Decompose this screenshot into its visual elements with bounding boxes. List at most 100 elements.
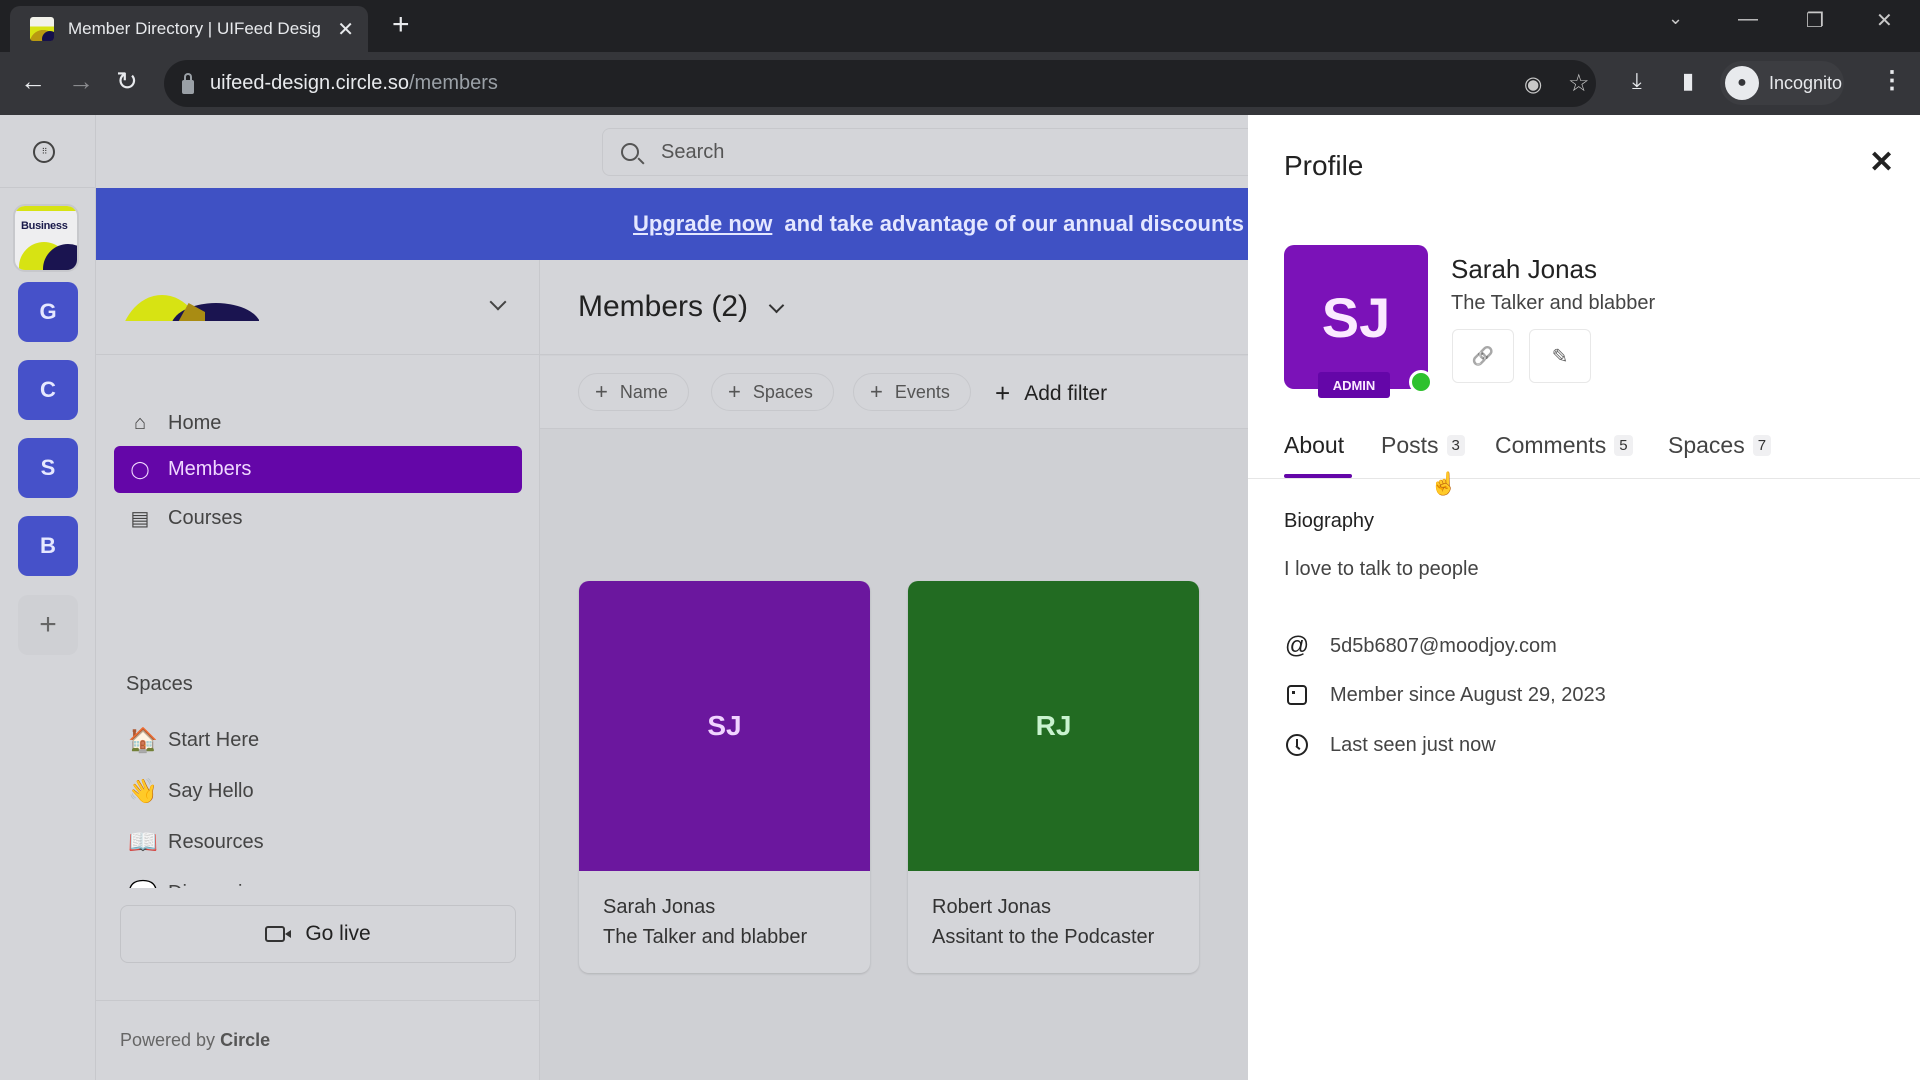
upgrade-banner: Upgrade now and take advantage of our an… [96, 188, 1248, 260]
filter-label: Spaces [752, 381, 813, 402]
member-name: Robert Jonas [932, 896, 1051, 918]
address-bar[interactable]: uifeed-design.circle.so /members ◉ ☆ [164, 60, 1596, 107]
space-resources[interactable]: 📖 Resources [128, 822, 264, 862]
sidebar-header [96, 260, 540, 355]
top-bar: Search [96, 115, 1302, 188]
house-icon: 🏠 [128, 726, 158, 754]
forward-button[interactable]: → [68, 66, 94, 97]
powered-by[interactable]: Powered by Circle [120, 1030, 270, 1051]
minimize-button[interactable]: — [1738, 8, 1758, 31]
browser-toolbar: ← → ↻ uifeed-design.circle.so /members ◉… [0, 52, 1920, 115]
at-sign-icon: @ [1284, 632, 1310, 659]
biography-heading: Biography [1284, 510, 1375, 532]
eye-off-icon[interactable]: ◉ [1524, 72, 1542, 97]
favicon-icon [30, 17, 54, 41]
page: ⠿ Business G C S B + Search Upgrade now … [0, 115, 1920, 1080]
members-header: Members (2) [540, 260, 1248, 355]
lock-icon [182, 72, 194, 94]
sidebar-footer: Go live Powered by Circle [96, 888, 540, 1080]
footer-divider [96, 1000, 540, 1001]
profile-name: Sarah Jonas [1451, 254, 1597, 284]
rail-community-s[interactable]: S [18, 438, 78, 498]
active-tab-indicator [1284, 474, 1352, 478]
browser-tab-bar: Member Directory | UIFeed Desig ✕ + ⌄ — … [0, 0, 1920, 52]
filter-bar: + Name + Spaces + Events + Add filter [540, 356, 1248, 429]
members-main: Members (2) + Name + Spaces + Events + A… [540, 260, 1248, 1080]
url-path: /members [409, 72, 498, 94]
member-since-row: Member since August 29, 2023 [1284, 682, 1606, 708]
tab-about[interactable]: About [1284, 432, 1344, 459]
go-live-button[interactable]: Go live [120, 905, 516, 963]
logo-bar [15, 206, 77, 211]
add-filter-label: Add filter [1024, 381, 1108, 405]
tab-search-icon[interactable]: ⌄ [1668, 8, 1683, 29]
incognito-icon: ● [1725, 66, 1759, 100]
chevron-down-icon[interactable] [489, 293, 507, 311]
tab-close-icon[interactable]: ✕ [337, 17, 354, 42]
search-input[interactable]: Search [602, 128, 1302, 176]
sidebar-item-members[interactable]: ◯ Members [114, 446, 522, 493]
sidebar-item-label: Members [168, 458, 252, 480]
member-card[interactable]: RJ Robert Jonas Assitant to the Podcaste… [908, 581, 1199, 973]
tab-spaces[interactable]: Spaces 7 [1668, 432, 1772, 459]
upgrade-now-link[interactable]: Upgrade now [633, 211, 772, 237]
tab-count-badge: 5 [1614, 435, 1633, 456]
profile-email[interactable]: 5d5b6807@moodjoy.com [1330, 635, 1557, 658]
tab-count-badge: 7 [1752, 435, 1772, 456]
browser-tab[interactable]: Member Directory | UIFeed Desig ✕ [10, 6, 368, 52]
business-community-logo[interactable]: Business [13, 204, 79, 272]
side-panel-icon[interactable]: ▮ [1682, 68, 1694, 94]
filter-chip-name[interactable]: + Name [578, 373, 689, 411]
browser-menu-icon[interactable]: ⋮ [1880, 66, 1904, 95]
rail-community-b[interactable]: B [18, 516, 78, 576]
space-say-hello[interactable]: 👋 Say Hello [128, 771, 254, 811]
incognito-profile-button[interactable]: ● Incognito [1720, 61, 1844, 105]
page-title: Members (2) [578, 290, 749, 323]
rail-top: ⠿ [0, 115, 96, 188]
incognito-label: Incognito [1769, 72, 1843, 93]
community-logo[interactable] [119, 295, 259, 321]
space-label: Start Here [168, 728, 260, 751]
add-filter-button[interactable]: + Add filter [995, 378, 1107, 409]
powered-by-text: Powered by [120, 1030, 216, 1050]
waving-hand-icon: 👋 [128, 777, 158, 805]
profile-avatar: SJ [1284, 245, 1428, 389]
spaces-heading: Spaces [126, 673, 193, 695]
edit-profile-button[interactable]: ✎ [1529, 329, 1591, 383]
last-seen-row: Last seen just now [1284, 732, 1496, 758]
calendar-icon [1284, 682, 1310, 708]
community-switcher-icon[interactable]: ⠿ [33, 141, 55, 163]
rail-community-g[interactable]: G [18, 282, 78, 342]
filter-chip-spaces[interactable]: + Spaces [711, 373, 834, 411]
close-icon[interactable]: ✕ [1869, 145, 1894, 180]
space-start-here[interactable]: 🏠 Start Here [128, 720, 259, 760]
back-button[interactable]: ← [20, 66, 46, 97]
chevron-down-icon[interactable] [768, 297, 785, 314]
tab-posts[interactable]: Posts 3 [1381, 432, 1465, 459]
home-icon: ⌂ [133, 412, 147, 434]
tab-label: Posts [1381, 432, 1439, 458]
admin-badge: ADMIN [1318, 372, 1390, 398]
pencil-icon: ✎ [1551, 345, 1569, 368]
new-tab-button[interactable]: + [392, 8, 410, 42]
tab-comments[interactable]: Comments 5 [1495, 432, 1633, 459]
plus-icon: + [595, 379, 608, 404]
download-icon[interactable]: ⤓ [1632, 68, 1642, 94]
rail-community-c[interactable]: C [18, 360, 78, 420]
window-close-button[interactable]: ✕ [1876, 8, 1893, 33]
restore-button[interactable]: ❐ [1806, 8, 1824, 33]
plus-icon: + [728, 379, 741, 404]
member-card[interactable]: SJ Sarah Jonas The Talker and blabber [579, 581, 870, 973]
reload-button[interactable]: ↻ [116, 66, 138, 97]
video-camera-icon [265, 926, 292, 942]
filter-chip-events[interactable]: + Events [853, 373, 971, 411]
sidebar-item-home[interactable]: ⌂ Home [114, 400, 522, 447]
copy-link-button[interactable]: 🔗 [1452, 329, 1514, 383]
add-community-button[interactable]: + [18, 595, 78, 655]
bookmark-star-icon[interactable]: ☆ [1568, 69, 1590, 98]
sidebar-item-label: Home [168, 412, 222, 434]
space-label: Resources [168, 830, 264, 853]
sidebar-item-courses[interactable]: ▤ Courses [114, 495, 522, 542]
member-name: Sarah Jonas [603, 896, 716, 918]
filter-label: Events [894, 381, 950, 402]
